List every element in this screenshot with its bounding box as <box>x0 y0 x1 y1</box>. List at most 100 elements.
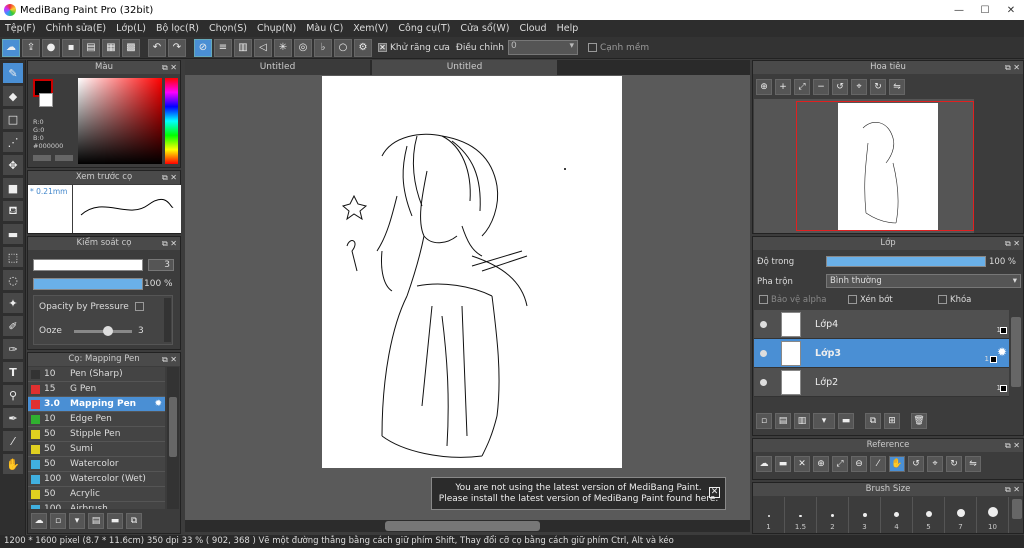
rectangle-tool-icon[interactable]: □ <box>3 109 23 129</box>
ref-reset-icon[interactable]: ⌖ <box>927 456 943 472</box>
brush-item[interactable]: 15 G Pen <box>28 382 165 397</box>
menu-select[interactable]: Chọn(S) <box>204 23 252 34</box>
panel-close-icon[interactable]: ⧉ ✕ <box>1005 237 1020 250</box>
select-pen-icon[interactable]: ✐ <box>3 316 23 336</box>
size-value[interactable]: 3 <box>148 259 174 271</box>
menu-edit[interactable]: Chỉnh sửa(E) <box>41 23 112 34</box>
brush-item[interactable]: 50 Stipple Pen <box>28 427 165 442</box>
ref-rotate-left-icon[interactable]: ↺ <box>908 456 924 472</box>
reset-icon[interactable]: ⌖ <box>851 79 867 95</box>
brush-list-scroll-thumb[interactable] <box>169 397 177 457</box>
chat-icon[interactable]: ▪ <box>62 38 80 57</box>
protect-alpha-option[interactable]: Bảo vệ alpha <box>759 295 826 305</box>
document-icon[interactable]: ▤ <box>82 38 100 57</box>
antialias-checkbox[interactable]: ✕ Khử răng cưa <box>378 42 450 53</box>
menu-color[interactable]: Màu (C) <box>301 23 348 34</box>
menu-snap[interactable]: Chụp(N) <box>252 23 301 34</box>
close-button[interactable]: ✕ <box>998 0 1024 20</box>
secondary-color-swatch[interactable] <box>39 93 53 107</box>
menu-filter[interactable]: Bộ lọc(R) <box>151 23 204 34</box>
size-slider[interactable] <box>33 259 143 271</box>
duplicate-layer-icon[interactable]: ⧉ <box>865 413 881 429</box>
upload-icon[interactable]: ⇪ <box>22 38 40 57</box>
brush-tool-icon[interactable]: ✎ <box>3 63 23 83</box>
maximize-button[interactable]: ☐ <box>972 0 998 20</box>
panel-close-icon[interactable]: ⧉ ✕ <box>1005 61 1020 74</box>
menu-layer[interactable]: Lớp(L) <box>111 23 151 34</box>
delete-layer-icon[interactable]: 🗑 <box>911 413 927 429</box>
move-tool-icon[interactable]: ✥ <box>3 155 23 175</box>
layer-row[interactable]: Lớp2 1 <box>754 368 1009 397</box>
merge-layer-icon[interactable]: ⊞ <box>884 413 900 429</box>
grid-snap-icon[interactable]: ▥ <box>234 38 252 57</box>
ref-cloud-icon[interactable]: ☁ <box>756 456 772 472</box>
zoom-out-icon[interactable]: − <box>813 79 829 95</box>
circle-snap-icon[interactable]: ○ <box>334 38 352 57</box>
lock-option[interactable]: Khóa <box>938 295 971 305</box>
update-notice[interactable]: You are not using the latest version of … <box>431 477 726 510</box>
page-settings-icon[interactable]: ▦ <box>102 38 120 57</box>
radial-snap-icon[interactable]: ✳ <box>274 38 292 57</box>
ref-fit-icon[interactable]: ⤢ <box>832 456 848 472</box>
new-layer-icon[interactable]: ▫ <box>756 413 772 429</box>
tab-untitled-2[interactable]: Untitled <box>372 60 557 75</box>
brush-size-option[interactable]: 7 <box>945 497 977 533</box>
hue-slider[interactable] <box>165 78 178 164</box>
new-layer-1bit-icon[interactable]: ▥ <box>794 413 810 429</box>
text-tool-icon[interactable]: T <box>3 362 23 382</box>
cloud-icon[interactable]: ☁ <box>2 38 20 57</box>
clipping-option[interactable]: Xén bớt <box>848 295 893 305</box>
add-brush-icon[interactable]: ▾ <box>69 513 85 529</box>
zoom-in-icon[interactable]: + <box>775 79 791 95</box>
opacity-pressure-checkbox[interactable] <box>134 302 144 311</box>
brush-folder-icon[interactable]: ▬ <box>107 513 123 529</box>
hand-tool-icon[interactable]: ✋ <box>3 454 23 474</box>
opacity-pressure-option[interactable]: Opacity by Pressure <box>39 302 147 312</box>
rotate-right-icon[interactable]: ↻ <box>870 79 886 95</box>
brush-size-option[interactable]: 5 <box>913 497 945 533</box>
brush-item[interactable]: 100 Airbrush <box>28 502 165 509</box>
select-eraser-icon[interactable]: ✑ <box>3 339 23 359</box>
rotate-left-icon[interactable]: ↺ <box>832 79 848 95</box>
flip-icon[interactable]: ⇋ <box>889 79 905 95</box>
brush-copy-icon[interactable]: ▤ <box>88 513 104 529</box>
tab-untitled-1[interactable]: Untitled <box>185 60 370 75</box>
brush-item[interactable]: 50 Sumi <box>28 442 165 457</box>
lock-checkbox[interactable] <box>938 295 947 304</box>
eyedropper-tool-icon[interactable]: ⁄ <box>3 431 23 451</box>
add-layer-dropdown-icon[interactable]: ▾ <box>813 413 835 429</box>
ooze-slider-knob[interactable] <box>103 326 113 336</box>
brush-size-option[interactable]: 2 <box>817 497 849 533</box>
ref-flip-icon[interactable]: ⇋ <box>965 456 981 472</box>
notice-close-icon[interactable]: ✕ <box>709 487 720 498</box>
folder-icon[interactable]: ▬ <box>838 413 854 429</box>
layer-opacity-slider[interactable] <box>826 256 986 267</box>
menu-tools[interactable]: Công cụ(T) <box>393 23 455 34</box>
perspective-snap-icon[interactable]: ◁ <box>254 38 272 57</box>
undo-icon[interactable]: ↶ <box>148 38 166 57</box>
correction-select[interactable]: 0 <box>507 40 578 55</box>
ref-open-icon[interactable]: ▬ <box>775 456 791 472</box>
color-mode-button[interactable] <box>33 155 51 161</box>
concentric-snap-icon[interactable]: ◎ <box>294 38 312 57</box>
redo-icon[interactable]: ↷ <box>168 38 186 57</box>
magic-wand-icon[interactable]: ✦ <box>3 293 23 313</box>
bucket-tool-icon[interactable]: ⛾ <box>3 201 23 221</box>
brush-item[interactable]: 100 Watercolor (Wet) <box>28 472 165 487</box>
snap-settings-icon[interactable]: ⚙ <box>354 38 372 57</box>
antialias-check-icon[interactable]: ✕ <box>378 42 387 52</box>
zoom-icon[interactable]: ⊕ <box>756 79 772 95</box>
gear-icon[interactable]: ✹ <box>154 399 162 409</box>
saturation-value-picker[interactable] <box>78 78 162 164</box>
brush-options-scrollbar[interactable] <box>164 298 171 342</box>
layer-row[interactable]: Lớp3 1 ✹ <box>754 339 1009 368</box>
edge-checkbox[interactable]: Cạnh mềm <box>587 42 649 53</box>
ref-hand-icon[interactable]: ✋ <box>889 456 905 472</box>
fill-rect-tool-icon[interactable]: ■ <box>3 178 23 198</box>
ref-eyedropper-icon[interactable]: ⁄ <box>870 456 886 472</box>
parallel-snap-icon[interactable]: ≡ <box>214 38 232 57</box>
divide-tool-icon[interactable]: ⚲ <box>3 385 23 405</box>
layer-scroll-thumb[interactable] <box>1011 317 1021 387</box>
menu-file[interactable]: Tệp(F) <box>0 23 41 34</box>
brush-list-scrollbar[interactable] <box>167 367 179 509</box>
